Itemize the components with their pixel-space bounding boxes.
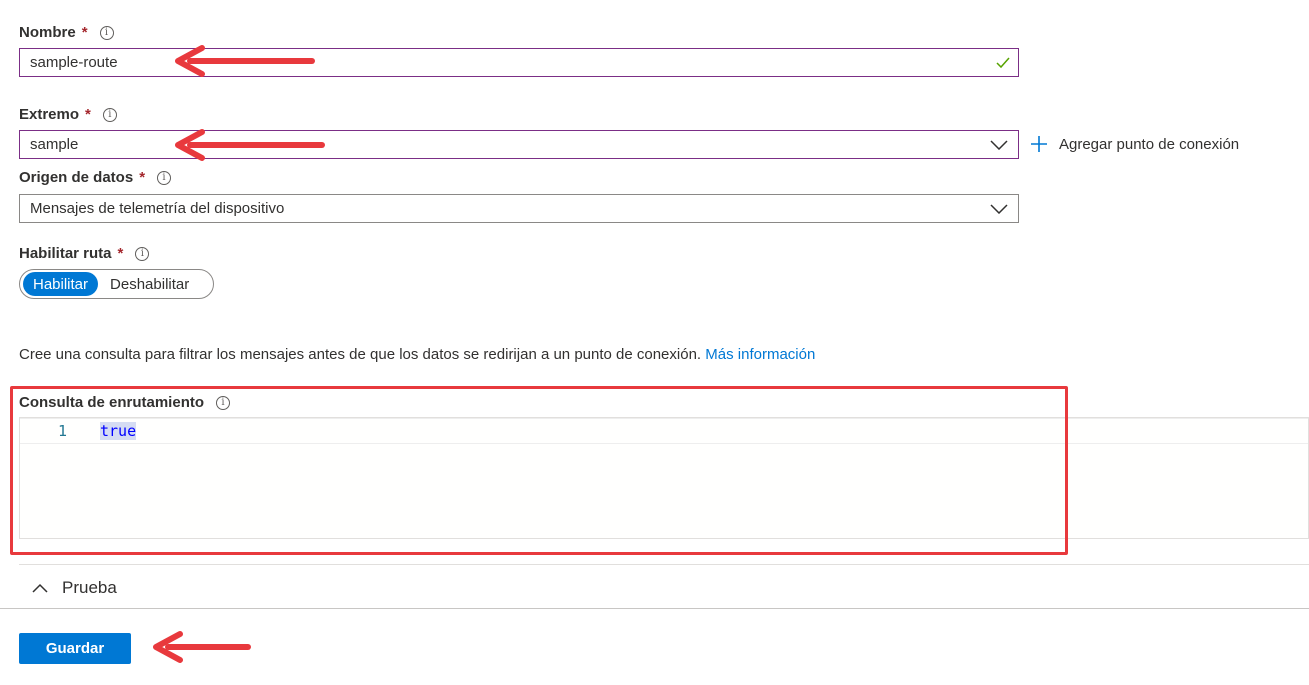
required-marker: * (139, 169, 146, 186)
required-marker: * (85, 106, 91, 123)
nombre-input[interactable]: sample-route (19, 48, 1019, 77)
chevron-down-icon (990, 204, 1008, 214)
learn-more-link[interactable]: Más información (705, 346, 815, 363)
chevron-down-icon (990, 140, 1008, 150)
habilitar-option[interactable]: Habilitar (23, 272, 99, 296)
nombre-label-row: Nombre * i (19, 24, 114, 41)
extremo-value: sample (30, 136, 79, 153)
prueba-toggle[interactable]: Prueba (32, 578, 117, 598)
habilitar-toggle[interactable]: Habilitar Deshabilitar (19, 269, 214, 299)
info-icon[interactable]: i (135, 246, 150, 261)
info-icon[interactable]: i (102, 107, 117, 122)
extremo-label-row: Extremo * i (19, 106, 117, 123)
nombre-label: Nombre (19, 24, 76, 41)
extremo-label: Extremo (19, 106, 80, 123)
info-icon[interactable]: i (99, 25, 114, 40)
add-endpoint-button[interactable]: Agregar punto de conexión (1030, 135, 1239, 153)
check-icon (996, 57, 1010, 69)
extremo-select[interactable]: sample (19, 130, 1019, 159)
habilitar-label-row: Habilitar ruta * i (19, 245, 150, 262)
annotation-box (10, 386, 1068, 555)
deshabilitar-option[interactable]: Deshabilitar (98, 276, 201, 293)
origen-label: Origen de datos (19, 169, 134, 186)
divider (19, 564, 1309, 565)
save-button[interactable]: Guardar (19, 633, 131, 664)
nombre-value: sample-route (30, 54, 118, 71)
info-icon[interactable]: i (157, 170, 172, 185)
required-marker: * (117, 245, 124, 262)
origen-value: Mensajes de telemetría del dispositivo (30, 200, 285, 217)
add-endpoint-label: Agregar punto de conexión (1059, 135, 1240, 153)
required-marker: * (81, 24, 88, 41)
origen-select[interactable]: Mensajes de telemetría del dispositivo (19, 194, 1019, 223)
chevron-up-icon (32, 583, 48, 593)
query-help-text: Cree una consulta para filtrar los mensa… (19, 346, 702, 363)
origen-label-row: Origen de datos * i (19, 169, 172, 186)
habilitar-label: Habilitar ruta (19, 245, 112, 262)
arrow-annotation (175, 45, 315, 77)
prueba-label: Prueba (62, 578, 117, 597)
plus-icon (1031, 136, 1047, 152)
footer-divider (0, 608, 1309, 609)
arrow-annotation (175, 129, 325, 161)
query-help: Cree una consulta para filtrar los mensa… (19, 346, 815, 363)
arrow-annotation (153, 631, 251, 663)
